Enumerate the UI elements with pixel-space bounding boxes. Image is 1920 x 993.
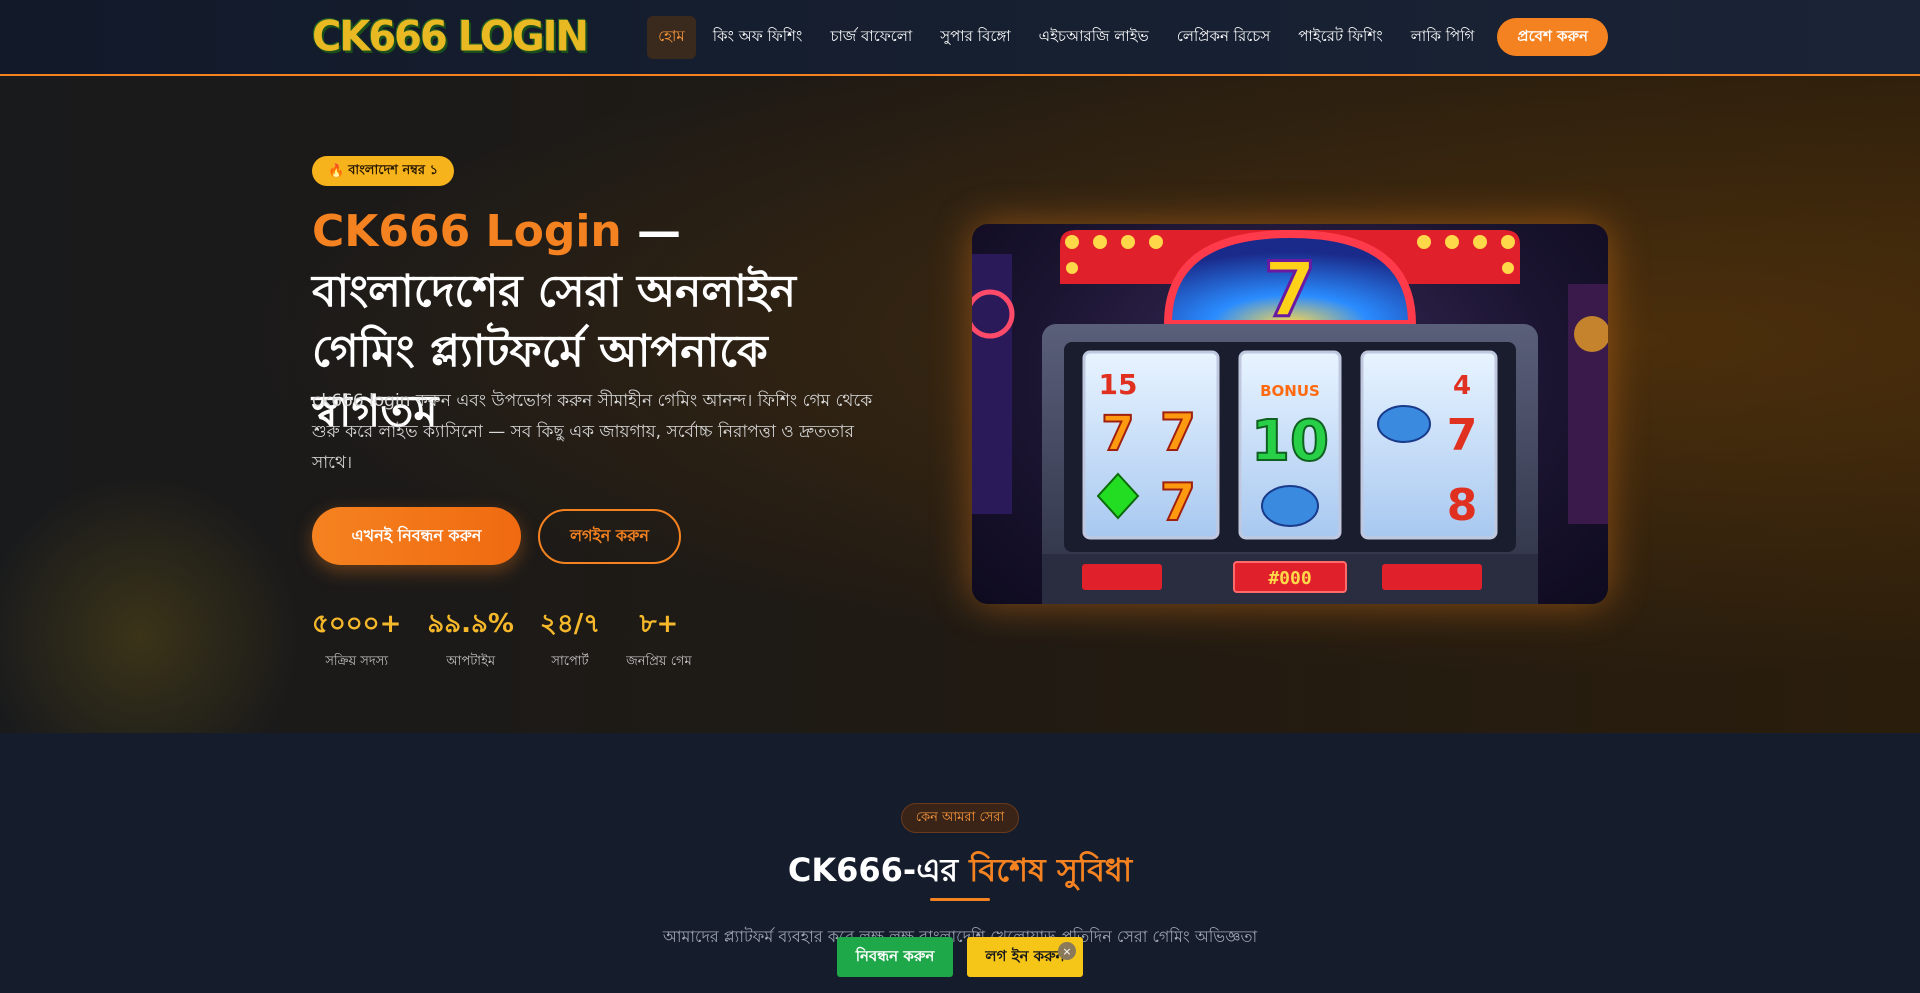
stat-label: জনপ্রিয় গেম <box>626 654 692 669</box>
reel-symbol: 8 <box>1447 480 1478 531</box>
nav-item-super-bingo[interactable]: সুপার বিঙ্গো <box>929 16 1021 59</box>
stat-value: ৫০০০+ <box>312 609 402 639</box>
reel-symbol: 7 <box>1160 473 1196 533</box>
features-title-plain: CK666-এর <box>787 851 970 889</box>
reel-symbol: 4 <box>1453 371 1471 401</box>
stats-row: ৫০০০+ সক্রিয় সদস্য ৯৯.৯% আপটাইম ২৪/৭ সা… <box>312 606 718 673</box>
hero-title-accent: CK666 Login <box>312 206 622 257</box>
site-logo[interactable]: CK666 LOGIN <box>312 13 589 61</box>
reel-symbol: 7 <box>1101 406 1134 462</box>
features-description: আমাদের প্ল্যাটফর্ম ব্যবহার করে লক্ষ লক্ষ… <box>662 927 1258 946</box>
jackpot-seven: 7 <box>1264 245 1317 334</box>
bonus-label: BONUS <box>1260 382 1320 400</box>
reel-symbol: 10 <box>1251 409 1329 474</box>
slot-machine-image: 7 15 7 7 7 BONUS 10 4 7 8 #000 <box>972 224 1608 604</box>
stat-label: সাপোর্ট <box>551 654 589 669</box>
stat-value: ৯৯.৯% <box>427 609 514 639</box>
credit-display: #000 <box>1268 568 1311 589</box>
stat-label: সক্রিয় সদস্য <box>325 654 389 669</box>
stat-games: ৮+ জনপ্রিয় গেম <box>626 606 692 673</box>
nav-item-king-of-fishing[interactable]: কিং অফ ফিশিং <box>702 16 814 59</box>
enter-button[interactable]: প্রবেশ করুন <box>1497 18 1608 56</box>
hero-badge: 🔥 বাংলাদেশ নম্বর ১ <box>312 156 455 186</box>
stat-value: ২৪/৭ <box>539 609 601 639</box>
nav-item-lucky-piggy[interactable]: লাকি পিগি <box>1400 16 1486 59</box>
features-badge: কেন আমরা সেরা <box>901 803 1019 833</box>
site-header: CK666 LOGIN হোম কিং অফ ফিশিং চার্জ বাফেল… <box>0 0 1920 76</box>
features-title-underline <box>930 898 990 901</box>
main-nav: হোম কিং অফ ফিশিং চার্জ বাফেলো সুপার বিঙ্… <box>641 15 1608 59</box>
features-title-accent: বিশেষ সুবিধা <box>969 851 1133 889</box>
hero-badge-text: বাংলাদেশ নম্বর ১ <box>348 162 439 178</box>
close-icon[interactable]: × <box>1058 942 1076 960</box>
reel-symbol: 7 <box>1447 410 1478 461</box>
whale-icon <box>1377 405 1431 443</box>
slot-machine-illustration: 7 15 7 7 7 BONUS 10 4 7 8 #000 <box>972 229 1608 604</box>
reel-symbol: 7 <box>1160 403 1196 463</box>
nav-item-pirate-fishing[interactable]: পাইরেট ফিশিং <box>1287 16 1393 59</box>
stat-support: ২৪/৭ সাপোর্ট <box>540 606 600 673</box>
stat-uptime: ৯৯.৯% আপটাইম <box>427 606 514 673</box>
fire-icon: 🔥 <box>328 163 345 179</box>
hero-description: ck666 login করুন এবং উপভোগ করুন সীমাহীন … <box>312 391 873 473</box>
features-title: CK666-এর বিশেষ সুবিধা <box>0 845 1920 899</box>
header-inner: CK666 LOGIN হোম কিং অফ ফিশিং চার্জ বাফেল… <box>312 0 1608 74</box>
reel-symbol: 15 <box>1099 368 1138 401</box>
nav-item-hrg-live[interactable]: এইচআরজি লাইভ <box>1028 16 1160 59</box>
register-now-button[interactable]: এখনই নিবন্ধন করুন <box>312 507 521 565</box>
stat-label: আপটাইম <box>446 654 496 669</box>
login-button[interactable]: লগইন করুন <box>538 509 681 564</box>
stat-members: ৫০০০+ সক্রিয় সদস্য <box>312 606 401 673</box>
whale-icon <box>1261 485 1319 527</box>
stat-value: ৮+ <box>639 609 679 639</box>
hero-section: 🔥 বাংলাদেশ নম্বর ১ CK666 Login — বাংলাদে… <box>0 76 1920 733</box>
sticky-register-button[interactable]: নিবন্ধন করুন <box>837 937 953 977</box>
features-section: কেন আমরা সেরা CK666-এর বিশেষ সুবিধা আমাদ… <box>0 733 1920 993</box>
nav-item-charge-buffalo[interactable]: চার্জ বাফেলো <box>819 16 923 59</box>
nav-item-leprechaun-riches[interactable]: লেপ্রিকন রিচেস <box>1166 16 1282 59</box>
nav-item-home[interactable]: হোম <box>647 15 696 59</box>
